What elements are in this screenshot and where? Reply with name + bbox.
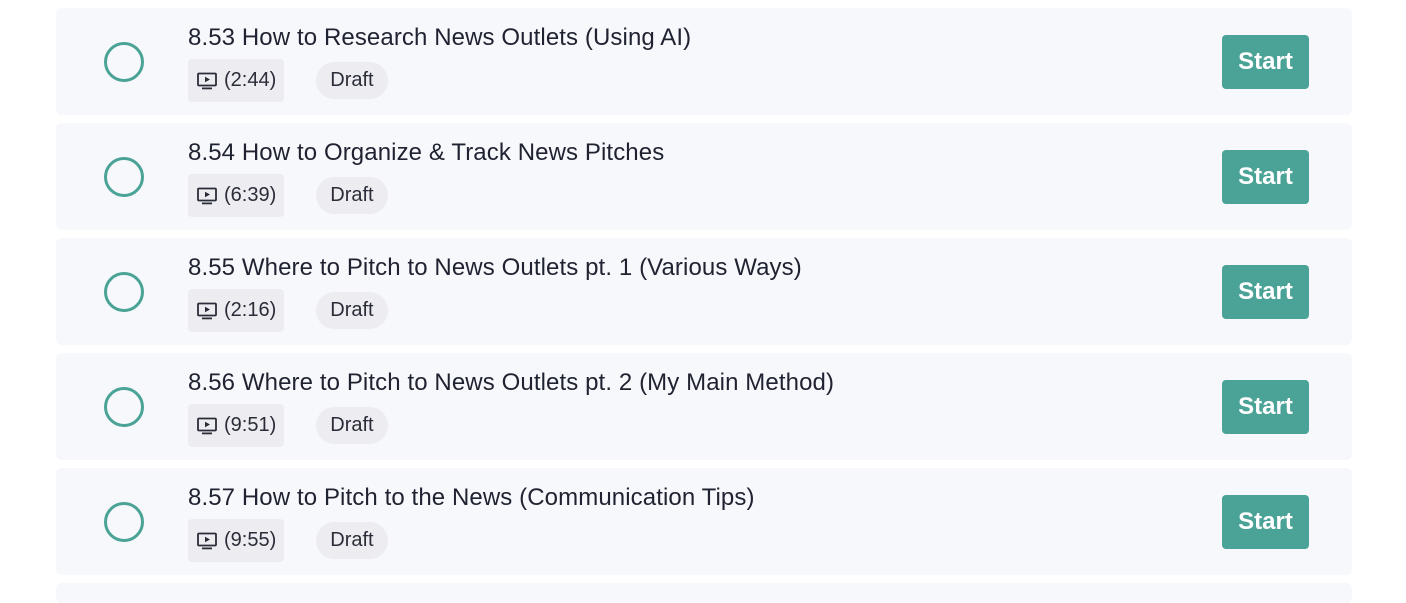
lesson-meta: (2:16) Draft (188, 289, 388, 332)
start-button[interactable]: Start (1222, 150, 1309, 204)
duration-chip: (9:51) (188, 404, 285, 447)
duration-chip: (9:55) (188, 519, 285, 562)
lesson-row[interactable]: 8.56 Where to Pitch to News Outlets pt. … (56, 353, 1352, 460)
start-button[interactable]: Start (1222, 35, 1309, 89)
lesson-title[interactable]: 8.56 Where to Pitch to News Outlets pt. … (188, 369, 834, 397)
video-play-icon (197, 72, 217, 89)
lesson-row[interactable]: 8.53 How to Research News Outlets (Using… (56, 8, 1352, 115)
circle-outline-icon[interactable] (104, 157, 144, 197)
lesson-title[interactable]: 8.57 How to Pitch to the News (Communica… (188, 484, 755, 512)
duration-label: (2:44) (224, 69, 277, 91)
duration-label: (9:55) (224, 529, 277, 551)
start-button[interactable]: Start (1222, 380, 1309, 434)
duration-chip: (2:16) (188, 289, 285, 332)
duration-label: (9:51) (224, 414, 277, 436)
status-badge: Draft (316, 177, 388, 214)
lesson-row[interactable]: 8.57 How to Pitch to the News (Communica… (56, 468, 1352, 575)
start-button[interactable]: Start (1222, 495, 1309, 549)
duration-label: (6:39) (224, 184, 277, 206)
status-badge: Draft (316, 292, 388, 329)
lesson-meta: (2:44) Draft (188, 59, 388, 102)
lesson-list: 8.53 How to Research News Outlets (Using… (56, 8, 1352, 603)
circle-outline-icon[interactable] (104, 272, 144, 312)
circle-outline-icon[interactable] (104, 42, 144, 82)
lesson-meta: (9:51) Draft (188, 404, 388, 447)
status-badge: Draft (316, 522, 388, 559)
lesson-title[interactable]: 8.53 How to Research News Outlets (Using… (188, 24, 691, 52)
lesson-row-partial (56, 583, 1352, 603)
start-button[interactable]: Start (1222, 265, 1309, 319)
video-play-icon (197, 302, 217, 319)
lesson-row[interactable]: 8.55 Where to Pitch to News Outlets pt. … (56, 238, 1352, 345)
lesson-row[interactable]: 8.54 How to Organize & Track News Pitche… (56, 123, 1352, 230)
circle-outline-icon[interactable] (104, 387, 144, 427)
video-play-icon (197, 532, 217, 549)
lesson-meta: (9:55) Draft (188, 519, 388, 562)
lesson-meta: (6:39) Draft (188, 174, 388, 217)
lesson-title[interactable]: 8.54 How to Organize & Track News Pitche… (188, 139, 664, 167)
video-play-icon (197, 187, 217, 204)
duration-chip: (2:44) (188, 59, 285, 102)
lesson-title[interactable]: 8.55 Where to Pitch to News Outlets pt. … (188, 254, 802, 282)
status-badge: Draft (316, 407, 388, 444)
circle-outline-icon[interactable] (104, 502, 144, 542)
video-play-icon (197, 417, 217, 434)
duration-chip: (6:39) (188, 174, 285, 217)
status-badge: Draft (316, 62, 388, 99)
duration-label: (2:16) (224, 299, 277, 321)
